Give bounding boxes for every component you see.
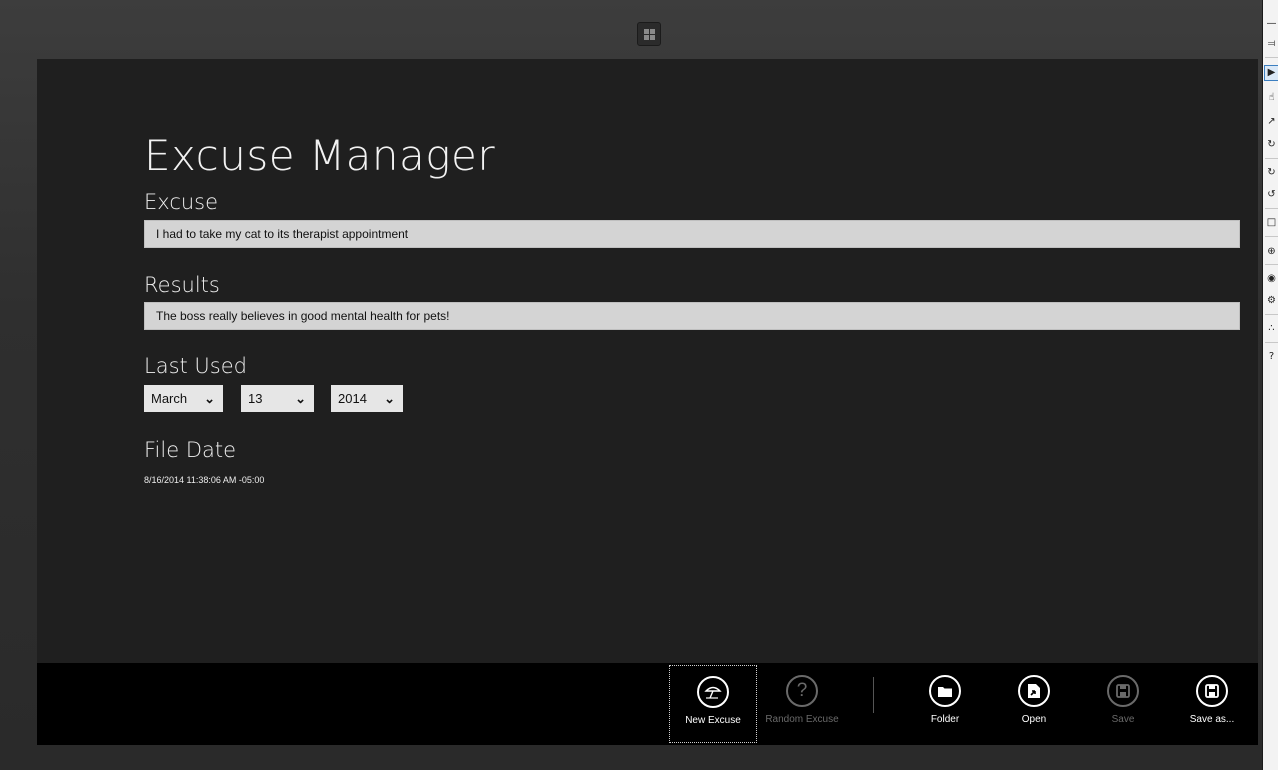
day-combobox[interactable]: 13 ⌄ (241, 385, 314, 412)
save-as-button[interactable]: Save as... (1168, 665, 1256, 743)
page-title: Excuse Manager (144, 131, 496, 180)
file-date-value: 8/16/2014 11:38:06 AM -05:00 (144, 475, 265, 485)
app-screen: Excuse Manager Excuse I had to take my c… (37, 59, 1258, 745)
pointer-mode-icon[interactable]: ▶ (1264, 65, 1278, 81)
open-file-icon (1018, 675, 1050, 707)
beach-umbrella-icon (697, 676, 729, 708)
month-value: March (151, 391, 188, 406)
folder-icon (929, 675, 961, 707)
excuse-textbox[interactable]: I had to take my cat to its therapist ap… (144, 220, 1240, 248)
file-date-label: File Date (144, 438, 237, 462)
save-as-icon (1196, 675, 1228, 707)
touch-mode-icon[interactable]: ☝ (1265, 91, 1278, 105)
question-mark-icon: ? (786, 675, 818, 707)
random-excuse-label: Random Excuse (765, 714, 839, 725)
set-location-icon[interactable]: ⊕ (1265, 245, 1278, 259)
toolbar-separator (1265, 236, 1278, 237)
windows-logo-icon (643, 28, 655, 40)
pin-icon[interactable]: ⫤ (1265, 37, 1278, 51)
open-button[interactable]: Open (990, 665, 1078, 743)
rotate-counterclockwise-icon[interactable]: ↺ (1265, 188, 1278, 202)
windows-button[interactable] (637, 22, 661, 46)
results-textbox[interactable]: The boss really believes in good mental … (144, 302, 1240, 330)
toolbar-separator (1265, 158, 1278, 159)
folder-button[interactable]: Folder (901, 665, 989, 743)
open-label: Open (1021, 714, 1047, 725)
chevron-down-icon: ⌄ (384, 391, 395, 406)
appbar-separator (873, 677, 874, 713)
minimize-icon[interactable]: — (1265, 17, 1278, 31)
toolbar-separator (1265, 264, 1278, 265)
save-icon (1107, 675, 1139, 707)
last-used-label: Last Used (144, 354, 247, 378)
save-as-label: Save as... (1189, 714, 1235, 725)
network-icon[interactable]: ∴ (1265, 322, 1278, 336)
excuse-label: Excuse (144, 190, 219, 214)
change-resolution-icon[interactable]: □ (1265, 216, 1278, 230)
toolbar-separator (1265, 342, 1278, 343)
screenshot-icon[interactable]: ◉ (1265, 272, 1278, 286)
toolbar-separator (1265, 208, 1278, 209)
results-label: Results (144, 273, 220, 297)
new-excuse-button[interactable]: New Excuse (669, 665, 757, 743)
pinch-zoom-icon[interactable]: ↗ (1265, 115, 1278, 129)
year-combobox[interactable]: 2014 ⌄ (331, 385, 403, 412)
simulator-frame: Excuse Manager Excuse I had to take my c… (0, 0, 1263, 770)
app-bar: New Excuse ? Random Excuse Folder Open S… (37, 663, 1258, 745)
chevron-down-icon: ⌄ (204, 391, 215, 406)
day-value: 13 (248, 391, 263, 406)
random-excuse-button[interactable]: ? Random Excuse (758, 665, 846, 743)
toolbar-separator (1265, 314, 1278, 315)
screenshot-settings-icon[interactable]: ⚙ (1265, 294, 1278, 308)
save-button[interactable]: Save (1079, 665, 1167, 743)
rotate-touch-icon[interactable]: ↻ (1265, 138, 1278, 152)
chevron-down-icon: ⌄ (295, 391, 306, 406)
simulator-toolbar: — ⫤ ▶ ☝ ↗ ↻ ↻ ↺ □ ⊕ ◉ ⚙ ∴ ? (1263, 0, 1278, 770)
save-label: Save (1111, 714, 1135, 725)
new-excuse-label: New Excuse (685, 715, 741, 726)
rotate-clockwise-icon[interactable]: ↻ (1265, 166, 1278, 180)
toolbar-separator (1265, 57, 1278, 58)
help-icon[interactable]: ? (1265, 350, 1278, 364)
year-value: 2014 (338, 391, 367, 406)
folder-label: Folder (930, 714, 960, 725)
month-combobox[interactable]: March ⌄ (144, 385, 223, 412)
